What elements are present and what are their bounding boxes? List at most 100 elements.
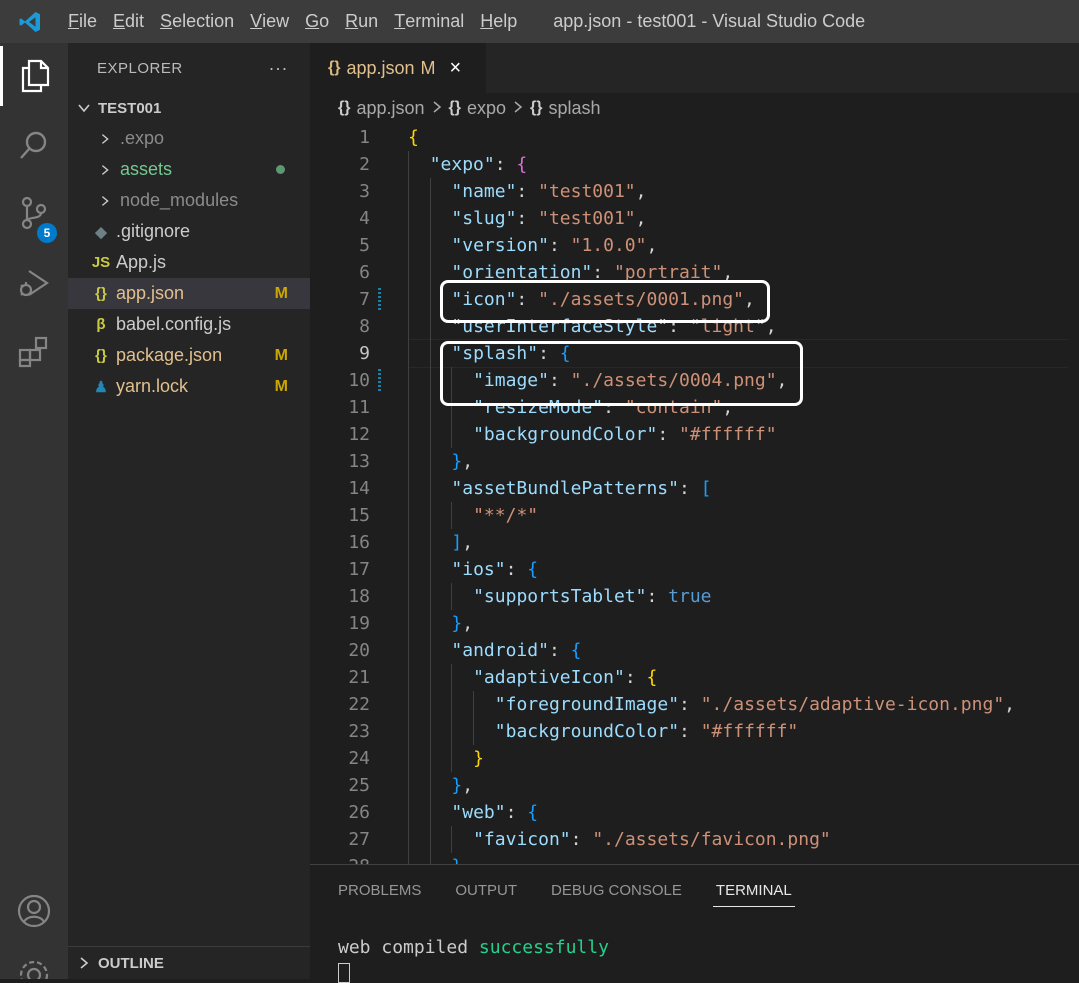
menu-label-rest: elp bbox=[493, 11, 518, 31]
menu-edit[interactable]: Edit bbox=[105, 0, 152, 43]
code-token: "name" bbox=[451, 181, 517, 202]
code-token: : bbox=[679, 721, 701, 742]
menu-help[interactable]: Help bbox=[472, 0, 525, 43]
tree-item-label: app.json bbox=[116, 283, 185, 303]
tree-item-gitignore[interactable]: ◆ .gitignore bbox=[68, 216, 310, 247]
tree-item-label: .expo bbox=[120, 128, 165, 148]
code-token: : bbox=[548, 235, 571, 256]
tree-item-node-modules[interactable]: node_modules bbox=[68, 185, 310, 216]
menu-go[interactable]: Go bbox=[297, 0, 337, 43]
source-control-activity-button[interactable]: 5 bbox=[0, 183, 68, 243]
code-token: , bbox=[1004, 694, 1015, 715]
code-text: "web": { bbox=[451, 799, 538, 826]
tree-item-label: .gitignore bbox=[116, 221, 191, 241]
breadcrumb-label: app.json bbox=[356, 97, 425, 118]
code-token: "#ffffff" bbox=[679, 424, 777, 445]
code-text: "slug": "test001", bbox=[451, 205, 646, 232]
tree-item-app-json[interactable]: {} app.json M bbox=[68, 278, 310, 309]
tree-item-app-js[interactable]: JS App.js bbox=[68, 247, 310, 278]
accounts-activity-button[interactable] bbox=[0, 881, 68, 941]
account-icon bbox=[17, 894, 51, 928]
tree-item-label: yarn.lock bbox=[116, 376, 189, 396]
run-debug-activity-button[interactable] bbox=[0, 253, 68, 313]
code-token: } bbox=[451, 856, 462, 864]
panel-tab-problems[interactable]: PROBLEMS bbox=[338, 865, 421, 915]
breadcrumb-item[interactable]: {} splash bbox=[530, 98, 600, 119]
more-actions-button[interactable]: ··· bbox=[269, 58, 288, 79]
chevron-down-icon bbox=[78, 104, 90, 113]
explorer-header: EXPLORER ··· bbox=[68, 43, 310, 93]
indent-guide bbox=[408, 799, 409, 826]
manage-activity-button[interactable] bbox=[0, 945, 68, 979]
tree-item-label: babel.config.js bbox=[116, 314, 232, 334]
menu-view[interactable]: View bbox=[242, 0, 297, 43]
indent-guide bbox=[429, 826, 431, 853]
menu-run[interactable]: Run bbox=[337, 0, 386, 43]
line-number: 9 bbox=[359, 343, 370, 364]
code-text: "name": "test001", bbox=[451, 178, 646, 205]
indent-guide bbox=[408, 286, 409, 313]
extensions-activity-button[interactable] bbox=[0, 321, 68, 381]
terminal-word-web: web bbox=[338, 937, 371, 958]
code-token: "adaptiveIcon" bbox=[473, 667, 625, 688]
tree-item-expo[interactable]: .expo bbox=[68, 123, 310, 154]
json-file-icon: {} bbox=[95, 285, 107, 302]
tree-item-assets[interactable]: assets bbox=[68, 154, 310, 185]
menu-label-rest: ile bbox=[79, 11, 98, 31]
breadcrumb-separator-icon bbox=[431, 98, 443, 119]
line-number: 1 bbox=[359, 127, 370, 148]
workspace-folder-header[interactable]: TEST001 bbox=[68, 93, 310, 123]
search-activity-button[interactable] bbox=[0, 116, 68, 176]
git-untracked-dot-icon bbox=[276, 165, 285, 174]
tab-close-icon[interactable]: × bbox=[450, 57, 462, 80]
file-tree: .expo assets node_modules ◆ .gitignore JS App.… bbox=[68, 123, 310, 402]
code-line: 12 "backgroundColor": "#ffffff" bbox=[310, 421, 1079, 448]
indent-guide bbox=[408, 475, 409, 502]
tree-item-yarn-lock[interactable]: ♟ yarn.lock M bbox=[68, 371, 310, 402]
code-line: 23 "backgroundColor": "#ffffff" bbox=[310, 718, 1079, 745]
code-text: } bbox=[473, 745, 484, 772]
gutter-modified-marker bbox=[378, 288, 381, 312]
code-line: 27 "favicon": "./assets/favicon.png" bbox=[310, 826, 1079, 853]
outline-section-header[interactable]: OUTLINE bbox=[68, 946, 310, 979]
code-token: { bbox=[527, 802, 539, 823]
panel-tab-terminal[interactable]: TERMINAL bbox=[712, 865, 795, 915]
indent-guide bbox=[429, 313, 431, 340]
panel-tab-debug-console[interactable]: DEBUG CONSOLE bbox=[551, 865, 682, 915]
terminal-output[interactable]: web compiled successfully bbox=[338, 937, 609, 958]
indent-guide bbox=[408, 367, 409, 394]
javascript-file-icon: JS bbox=[91, 254, 111, 271]
breadcrumb-item[interactable]: {} app.json bbox=[338, 98, 425, 119]
tree-item-babel-config-js[interactable]: β babel.config.js bbox=[68, 309, 310, 340]
menu-label-rest: o bbox=[319, 11, 330, 31]
line-number: 16 bbox=[348, 532, 370, 553]
panel-tab-output[interactable]: OUTPUT bbox=[455, 865, 517, 915]
json-file-icon: {} bbox=[328, 59, 341, 76]
indent-guide bbox=[408, 232, 409, 259]
tree-item-package-json[interactable]: {} package.json M bbox=[68, 340, 310, 371]
explorer-activity-button[interactable] bbox=[0, 46, 68, 106]
menu-file[interactable]: File bbox=[60, 0, 105, 43]
code-text: }, bbox=[451, 772, 473, 799]
run-debug-icon bbox=[19, 270, 49, 297]
indent-guide bbox=[408, 826, 409, 853]
breadcrumb-item[interactable]: {} expo bbox=[449, 98, 507, 119]
chevron-right-icon bbox=[94, 132, 116, 146]
tab-app-json[interactable]: {} app.json M × bbox=[310, 43, 486, 93]
menu-mnemonic: G bbox=[305, 11, 320, 31]
code-editor[interactable]: 1{2 "expo": {3 "name": "test001", 4 "slug": … bbox=[310, 123, 1079, 864]
code-token: "favicon" bbox=[473, 829, 571, 850]
line-number: 14 bbox=[348, 478, 370, 499]
code-line: 15 "**/*" bbox=[310, 502, 1079, 529]
menu-mnemonic: R bbox=[345, 11, 359, 31]
menu-selection[interactable]: Selection bbox=[152, 0, 242, 43]
code-line: 19}, bbox=[310, 610, 1079, 637]
code-token: true bbox=[668, 586, 712, 607]
code-token: , bbox=[646, 235, 658, 256]
search-icon bbox=[20, 131, 47, 159]
line-number: 5 bbox=[359, 235, 370, 256]
indent-guide bbox=[429, 691, 431, 718]
explorer-sidebar: EXPLORER ··· TEST001 .expo assets node_mod… bbox=[68, 43, 310, 979]
indent-guide bbox=[429, 772, 431, 799]
menu-terminal[interactable]: Terminal bbox=[386, 0, 472, 43]
